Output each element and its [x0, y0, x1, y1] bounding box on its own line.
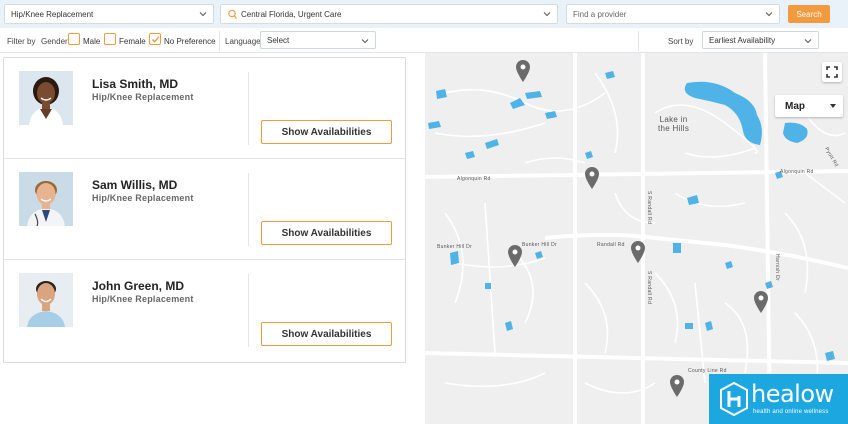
map-view[interactable]: Lake in the Hills Algonquin Rd Algonquin…: [425, 53, 848, 424]
fullscreen-icon: [826, 66, 838, 78]
provider-specialty: Hip/Knee Replacement: [92, 193, 194, 203]
map-marker-icon[interactable]: [507, 244, 523, 268]
sort-select[interactable]: Earliest Availability: [702, 31, 819, 49]
brand-tagline: health and online wellness: [753, 409, 829, 415]
provider-card: Sam Willis, MD Hip/Knee Replacement Show…: [4, 159, 405, 260]
map-marker-icon[interactable]: [669, 374, 685, 398]
specialty-select[interactable]: Hip/Knee Replacement: [4, 4, 214, 24]
no-preference-label: No Preference: [164, 37, 216, 46]
female-label: Female: [119, 37, 146, 46]
language-label: Language: [225, 37, 261, 46]
map-marker-icon[interactable]: [753, 290, 769, 314]
female-checkbox[interactable]: [104, 33, 116, 45]
gender-label: Gender: [41, 37, 68, 46]
provider-photo: [19, 273, 73, 327]
road-label: Randall Rd: [597, 242, 625, 248]
specialty-value: Hip/Knee Replacement: [11, 9, 94, 19]
provider-placeholder: Find a provider: [573, 9, 627, 19]
location-value: Central Florida, Urgent Care: [241, 9, 342, 19]
fullscreen-button[interactable]: [822, 62, 842, 82]
show-availabilities-button[interactable]: Show Availabilities: [261, 322, 392, 346]
road-label: Algonquin Rd: [780, 169, 814, 175]
provider-search-input[interactable]: Find a provider: [566, 4, 780, 24]
language-select[interactable]: Select: [260, 31, 376, 49]
provider-card: Lisa Smith, MD Hip/Knee Replacement Show…: [4, 58, 405, 159]
divider: [248, 173, 249, 246]
male-checkbox[interactable]: [68, 33, 80, 45]
chevron-down-icon: [765, 12, 773, 17]
check-icon: [151, 36, 160, 43]
map-type-label: Map: [785, 100, 805, 112]
no-preference-checkbox[interactable]: [149, 33, 161, 45]
road-label: S Randall Rd: [646, 190, 653, 225]
map-marker-icon[interactable]: [630, 240, 646, 264]
map-pin-icon: [228, 9, 237, 19]
sort-by-label: Sort by: [668, 37, 694, 46]
provider-specialty: Hip/Knee Replacement: [92, 92, 194, 102]
provider-name: Lisa Smith, MD: [92, 77, 179, 91]
road-label: S Randall Rd: [646, 270, 653, 305]
road-label: Bunker Hill Dr: [522, 242, 558, 248]
map-type-select[interactable]: Map: [775, 95, 843, 117]
filter-by-label: Filter by: [7, 37, 36, 46]
divider: [219, 31, 220, 51]
provider-photo: [19, 71, 73, 125]
chevron-down-icon: [361, 39, 369, 44]
provider-specialty: Hip/Knee Replacement: [92, 294, 194, 304]
search-bar: Hip/Knee Replacement Central Florida, Ur…: [0, 0, 848, 28]
location-input[interactable]: Central Florida, Urgent Care: [220, 4, 558, 24]
search-button[interactable]: Search: [788, 5, 830, 23]
brand-name: healow: [751, 380, 834, 408]
show-availabilities-button[interactable]: Show Availabilities: [261, 221, 392, 245]
road-label: Bunker Hill Dr: [437, 244, 473, 250]
male-label: Male: [83, 37, 101, 46]
healow-logo-icon: [720, 382, 748, 416]
road-label: Algonquin Rd: [457, 176, 491, 182]
show-availabilities-button[interactable]: Show Availabilities: [261, 120, 392, 144]
healow-logo: healow health and online wellness: [709, 374, 848, 424]
chevron-down-icon: [199, 12, 207, 17]
provider-card: John Green, MD Hip/Knee Replacement Show…: [4, 260, 405, 361]
divider: [248, 274, 249, 347]
provider-photo: [19, 172, 73, 226]
sort-value: Earliest Availability: [709, 35, 776, 45]
divider: [638, 31, 639, 51]
provider-list: Lisa Smith, MD Hip/Knee Replacement Show…: [3, 57, 406, 363]
chevron-down-icon: [830, 104, 836, 108]
chevron-down-icon: [804, 39, 812, 44]
language-value: Select: [267, 35, 290, 45]
divider: [248, 72, 249, 145]
map-marker-icon[interactable]: [584, 166, 600, 190]
provider-name: John Green, MD: [92, 279, 185, 293]
provider-name: Sam Willis, MD: [92, 178, 178, 192]
filter-bar: Filter by Gender Male Female No Preferen…: [0, 28, 848, 53]
place-label: Lake in the Hills: [658, 115, 690, 133]
map-marker-icon[interactable]: [515, 59, 531, 83]
road-label: Harnish Dr: [773, 254, 780, 281]
chevron-down-icon: [543, 12, 551, 17]
